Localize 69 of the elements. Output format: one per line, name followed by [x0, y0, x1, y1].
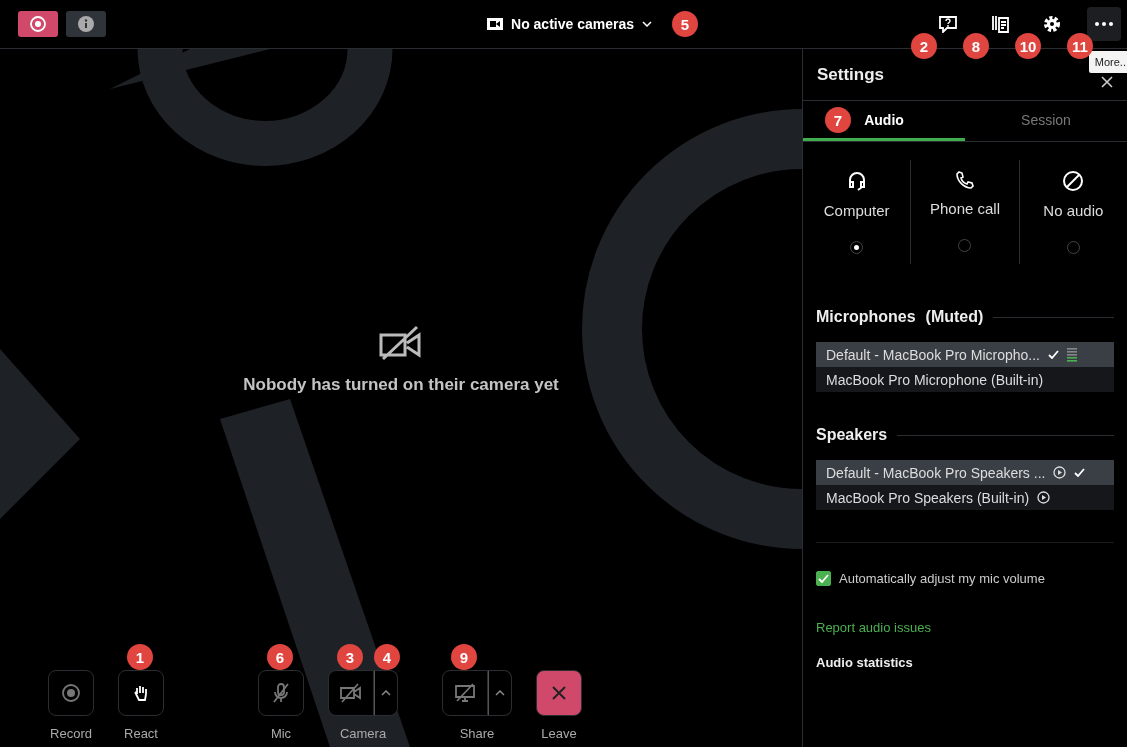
chevron-up-icon [381, 690, 391, 696]
play-icon [1053, 466, 1067, 479]
screen-share-off-icon [454, 683, 476, 703]
chevron-up-icon [495, 690, 505, 696]
record-icon [29, 15, 47, 33]
help-icon [938, 15, 958, 33]
toolbar-label: Share [459, 726, 495, 741]
level-meter-icon [1067, 346, 1077, 363]
number-badge: 8 [963, 33, 989, 59]
info-button[interactable] [66, 11, 106, 37]
check-icon [818, 574, 829, 583]
play-icon [1037, 491, 1051, 504]
no-audio-icon [1062, 170, 1085, 192]
toolbar-label: Record [50, 726, 92, 741]
toolbar-label: Mic [270, 726, 292, 741]
device-option[interactable]: Default - MacBook Pro Micropho... [816, 342, 1114, 367]
info-icon [78, 16, 94, 32]
tab[interactable]: Session [965, 101, 1127, 141]
more-icon [1095, 22, 1113, 26]
number-badge: 6 [267, 644, 293, 670]
empty-state-message: Nobody has turned on their camera yet [243, 374, 559, 395]
number-badge: 1 [127, 644, 153, 670]
more-button[interactable] [1087, 7, 1121, 41]
notes-icon [990, 14, 1010, 34]
camera-off-icon [339, 683, 363, 703]
checkbox[interactable] [816, 571, 831, 586]
device-option[interactable]: Default - MacBook Pro Speakers ... [816, 460, 1114, 485]
device-option[interactable]: MacBook Pro Microphone (Built-in) [816, 367, 1114, 392]
panel-title: Settings [817, 64, 885, 85]
settings-icon [1042, 14, 1062, 34]
statistics-link[interactable]: Audio statistics [803, 655, 1127, 670]
audio-mode-option[interactable]: Phone call [910, 160, 1019, 264]
phone-icon [955, 170, 975, 190]
audio-mode-option[interactable]: Computer [803, 160, 911, 264]
number-badge: 5 [672, 11, 698, 37]
mic-button[interactable] [258, 670, 304, 716]
device-option[interactable]: MacBook Pro Speakers (Built-in) [816, 485, 1114, 510]
video-camera-icon [487, 18, 503, 30]
toolbar-label: Camera [339, 726, 387, 741]
close-icon [551, 685, 567, 701]
tooltip: More... [1088, 51, 1127, 73]
number-badge: 11 [1067, 33, 1093, 59]
leave-button[interactable] [536, 670, 582, 716]
section-heading: Speakers [816, 426, 888, 444]
share-button[interactable] [442, 670, 488, 716]
close-icon[interactable] [1101, 75, 1113, 88]
number-badge: 10 [1015, 33, 1041, 59]
number-badge: 2 [911, 33, 937, 59]
section-heading-note: (Muted) [925, 308, 984, 326]
check-icon [1048, 350, 1059, 359]
camera-button[interactable] [328, 670, 374, 716]
record-button[interactable] [18, 11, 58, 37]
options-caret-button[interactable] [374, 670, 398, 716]
options-caret-button[interactable] [488, 670, 512, 716]
checkbox-label: Automatically adjust my mic volume [839, 571, 1045, 586]
record-button[interactable] [48, 670, 94, 716]
number-badge: 4 [374, 644, 400, 670]
number-badge: 7 [825, 107, 851, 133]
check-icon [1074, 468, 1086, 477]
audio-mode-option[interactable]: No audio [1018, 160, 1127, 264]
toolbar-label: React [124, 726, 158, 741]
record-icon [61, 683, 81, 703]
number-badge: 9 [451, 644, 477, 670]
section-heading: Microphones [816, 308, 916, 326]
react-button[interactable] [118, 670, 164, 716]
mic-muted-icon [271, 682, 291, 704]
chevron-down-icon [642, 21, 652, 27]
report-link[interactable]: Report audio issues [803, 620, 1127, 635]
toolbar-label: Leave [541, 726, 577, 741]
